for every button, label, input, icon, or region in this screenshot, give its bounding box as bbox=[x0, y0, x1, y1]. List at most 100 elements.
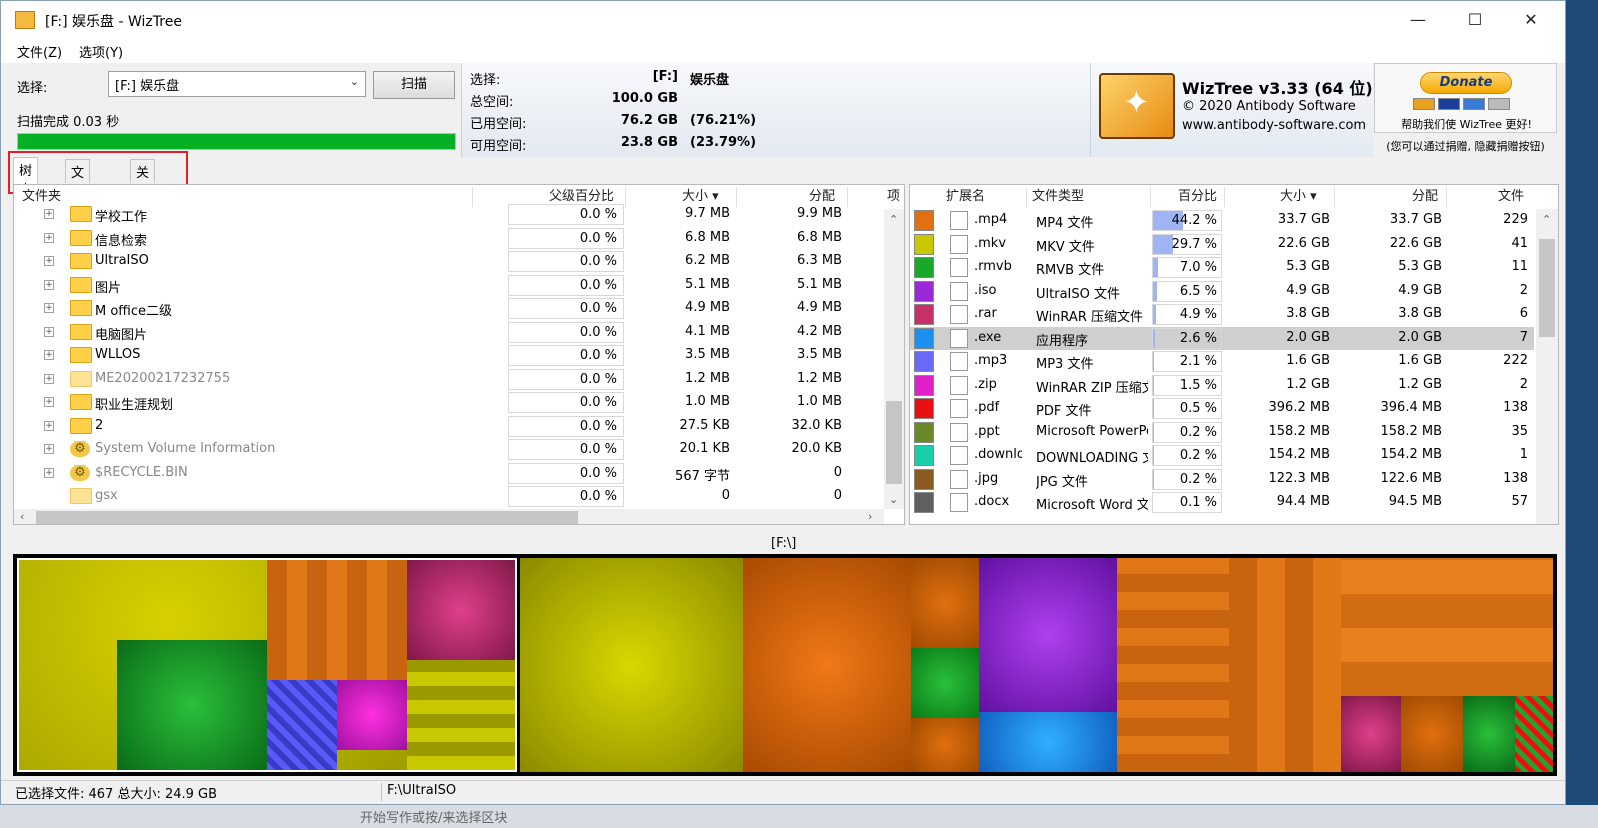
scroll-right-icon[interactable]: › bbox=[868, 510, 872, 523]
treemap-block[interactable] bbox=[1341, 696, 1401, 772]
scroll-up-icon[interactable]: ⌃ bbox=[889, 213, 898, 226]
expand-icon[interactable]: + bbox=[44, 209, 54, 219]
expand-icon[interactable]: + bbox=[44, 303, 54, 313]
extension-row[interactable]: .mkv MKV 文件 29.7 % 22.6 GB 22.6 GB 41 bbox=[910, 233, 1534, 257]
maximize-button[interactable]: ☐ bbox=[1446, 1, 1504, 39]
extension-row[interactable]: .zip WinRAR ZIP 压缩文 1.5 % 1.2 GB 1.2 GB 2 bbox=[910, 374, 1534, 398]
brand-url[interactable]: www.antibody-software.com bbox=[1182, 118, 1366, 133]
menu-options[interactable]: 选项(Y) bbox=[79, 42, 123, 61]
treemap-block[interactable] bbox=[267, 680, 337, 770]
treemap-block[interactable] bbox=[337, 680, 407, 750]
close-button[interactable]: ✕ bbox=[1502, 1, 1560, 39]
extension-alloc: 4.9 GB bbox=[1398, 282, 1442, 298]
expand-icon[interactable]: + bbox=[44, 279, 54, 290]
expand-icon[interactable]: + bbox=[44, 420, 54, 431]
tree-row[interactable]: + 图片 0.0 % 5.1 MB 5.1 MB bbox=[14, 274, 884, 298]
treemap-block[interactable] bbox=[979, 712, 1117, 772]
file-count: 35 bbox=[1511, 423, 1528, 439]
scan-button[interactable]: 扫描 bbox=[373, 71, 455, 99]
tree-row[interactable]: +2 0.0 % 27.5 KB 32.0 KB bbox=[14, 415, 884, 439]
tree-vertical-scrollbar[interactable]: ⌃ ⌄ bbox=[884, 209, 904, 509]
scroll-up-icon[interactable]: ⌃ bbox=[1542, 213, 1551, 226]
file-count: 138 bbox=[1503, 400, 1528, 415]
folder-alloc: 1.0 MB bbox=[797, 394, 842, 409]
expand-icon[interactable]: + bbox=[44, 232, 54, 243]
expand-icon[interactable]: + bbox=[44, 373, 54, 384]
donate-button[interactable]: Donate bbox=[1420, 72, 1512, 94]
treemap-block[interactable] bbox=[1515, 696, 1553, 772]
col-items[interactable]: 项 bbox=[887, 185, 900, 209]
scroll-left-icon[interactable]: ‹ bbox=[20, 510, 24, 523]
col-percent[interactable]: 百分比 bbox=[1178, 185, 1217, 209]
extension-row[interactable]: .mp4 MP4 文件 44.2 % 33.7 GB 33.7 GB 229 bbox=[910, 209, 1534, 233]
treemap-block[interactable] bbox=[979, 558, 1117, 712]
treemap-view[interactable] bbox=[13, 554, 1557, 776]
col-files[interactable]: 文件 bbox=[1498, 185, 1524, 209]
treemap-block[interactable] bbox=[520, 558, 743, 772]
treemap-block[interactable] bbox=[911, 648, 979, 718]
expand-icon[interactable]: + bbox=[44, 467, 54, 478]
tree-row[interactable]: + ⚙ System Volume Information 0.0 % 20.1 KB 2… bbox=[14, 438, 884, 462]
treemap-block[interactable] bbox=[911, 718, 979, 772]
extension-row[interactable]: .iso UltraISO 文件 6.5 % 4.9 GB 4.9 GB 2 bbox=[910, 280, 1534, 304]
expand-icon[interactable]: + bbox=[44, 256, 54, 266]
tree-row[interactable]: + ⚙ $RECYCLE.BIN 0.0 % 567 字节 0 bbox=[14, 462, 884, 486]
tree-row[interactable]: + 电脑图片 0.0 % 4.1 MB 4.2 MB bbox=[14, 321, 884, 345]
ext-vertical-scrollbar[interactable]: ⌃ bbox=[1536, 209, 1558, 524]
tree-row[interactable]: + WLLOS 0.0 % 3.5 MB 3.5 MB bbox=[14, 344, 884, 368]
extension-row[interactable]: .exe 应用程序 2.6 % 2.0 GB 2.0 GB 7 bbox=[910, 326, 1534, 350]
tree-row[interactable]: + M office二级 0.0 % 4.9 MB 4.9 MB bbox=[14, 297, 884, 321]
extension-row[interactable]: .rar WinRAR 压缩文件 4.9 % 3.8 GB 3.8 GB 6 bbox=[910, 303, 1534, 327]
file-count: 7 bbox=[1519, 329, 1528, 345]
extension-row[interactable]: .downlo DOWNLOADING 文 0.2 % 154.2 MB 154.2 M… bbox=[910, 444, 1534, 468]
treemap-block[interactable] bbox=[743, 558, 911, 772]
scroll-down-icon[interactable]: ⌄ bbox=[889, 493, 898, 506]
expand-icon[interactable]: + bbox=[44, 350, 54, 360]
treemap-block[interactable] bbox=[1341, 558, 1553, 696]
tree-horizontal-scrollbar[interactable]: ‹ › bbox=[14, 509, 884, 524]
scroll-thumb[interactable] bbox=[36, 511, 578, 524]
treemap-block[interactable] bbox=[1401, 696, 1463, 772]
extension-row[interactable]: .ppt Microsoft PowerPo 0.2 % 158.2 MB 158.2 … bbox=[910, 421, 1534, 445]
file-count: 11 bbox=[1511, 259, 1528, 274]
parent-percent: 0.0 % bbox=[508, 462, 624, 484]
file-type-icon bbox=[950, 305, 968, 324]
minimize-button[interactable]: — bbox=[1389, 1, 1447, 39]
col-file-type[interactable]: 文件类型 bbox=[1032, 185, 1084, 209]
drive-select[interactable]: [F:] 娱乐盘 ⌄ bbox=[108, 71, 366, 97]
file-type-icon bbox=[950, 211, 968, 230]
expand-icon[interactable]: + bbox=[44, 444, 54, 454]
tree-row[interactable]: gsx 0.0 % 0 0 bbox=[14, 485, 884, 509]
col-ext-size[interactable]: 大小 ▾ bbox=[1280, 185, 1317, 209]
col-extension[interactable]: 扩展名 bbox=[946, 185, 985, 209]
file-count: 2 bbox=[1519, 282, 1528, 298]
tree-row[interactable]: + 学校工作 0.0 % 9.7 MB 9.9 MB bbox=[14, 203, 884, 227]
expand-icon[interactable]: + bbox=[44, 326, 54, 337]
file-type-icon bbox=[950, 493, 968, 512]
extension-row[interactable]: .mp3 MP3 文件 2.1 % 1.6 GB 1.6 GB 222 bbox=[910, 350, 1534, 374]
expand-icon[interactable]: + bbox=[44, 397, 54, 407]
extension-row[interactable]: .pdf PDF 文件 0.5 % 396.2 MB 396.4 MB 138 bbox=[910, 397, 1534, 421]
treemap-block[interactable] bbox=[911, 558, 979, 648]
treemap-block[interactable] bbox=[1117, 558, 1229, 772]
col-ext-alloc[interactable]: 分配 bbox=[1412, 185, 1438, 209]
menu-file[interactable]: 文件(Z) bbox=[17, 42, 62, 61]
treemap-block[interactable] bbox=[407, 560, 515, 660]
treemap-block[interactable] bbox=[1463, 696, 1515, 772]
title-bar[interactable]: [F:] 娱乐盘 - WizTree — ☐ ✕ bbox=[1, 1, 1565, 39]
tree-row[interactable]: + UltraISO 0.0 % 6.2 MB 6.3 MB bbox=[14, 250, 884, 274]
extension-list-pane: 扩展名 文件类型 百分比 大小 ▾ 分配 文件 .mp4 MP4 文件 44.2 %… bbox=[909, 184, 1559, 525]
tree-row[interactable]: + 职业生涯规划 0.0 % 1.0 MB 1.0 MB bbox=[14, 391, 884, 415]
extension-row[interactable]: .rmvb RMVB 文件 7.0 % 5.3 GB 5.3 GB 11 bbox=[910, 256, 1534, 280]
tree-row[interactable]: + ME20200217232755 0.0 % 1.2 MB 1.2 MB bbox=[14, 368, 884, 392]
tree-row[interactable]: + 信息检索 0.0 % 6.8 MB 6.8 MB bbox=[14, 227, 884, 251]
treemap-block[interactable] bbox=[1229, 558, 1341, 772]
scroll-thumb[interactable] bbox=[886, 401, 902, 484]
extension-row[interactable]: .jpg JPG 文件 0.2 % 122.3 MB 122.6 MB 138 bbox=[910, 468, 1534, 492]
extension-row[interactable]: .docx Microsoft Word 文 0.1 % 94.4 MB 94.5 MB… bbox=[910, 491, 1534, 515]
scroll-thumb[interactable] bbox=[1539, 239, 1555, 337]
treemap-block[interactable] bbox=[407, 660, 515, 770]
treemap-block[interactable] bbox=[267, 560, 407, 680]
treemap-block[interactable] bbox=[117, 640, 267, 770]
info-select-label: 选择: bbox=[470, 73, 501, 88]
